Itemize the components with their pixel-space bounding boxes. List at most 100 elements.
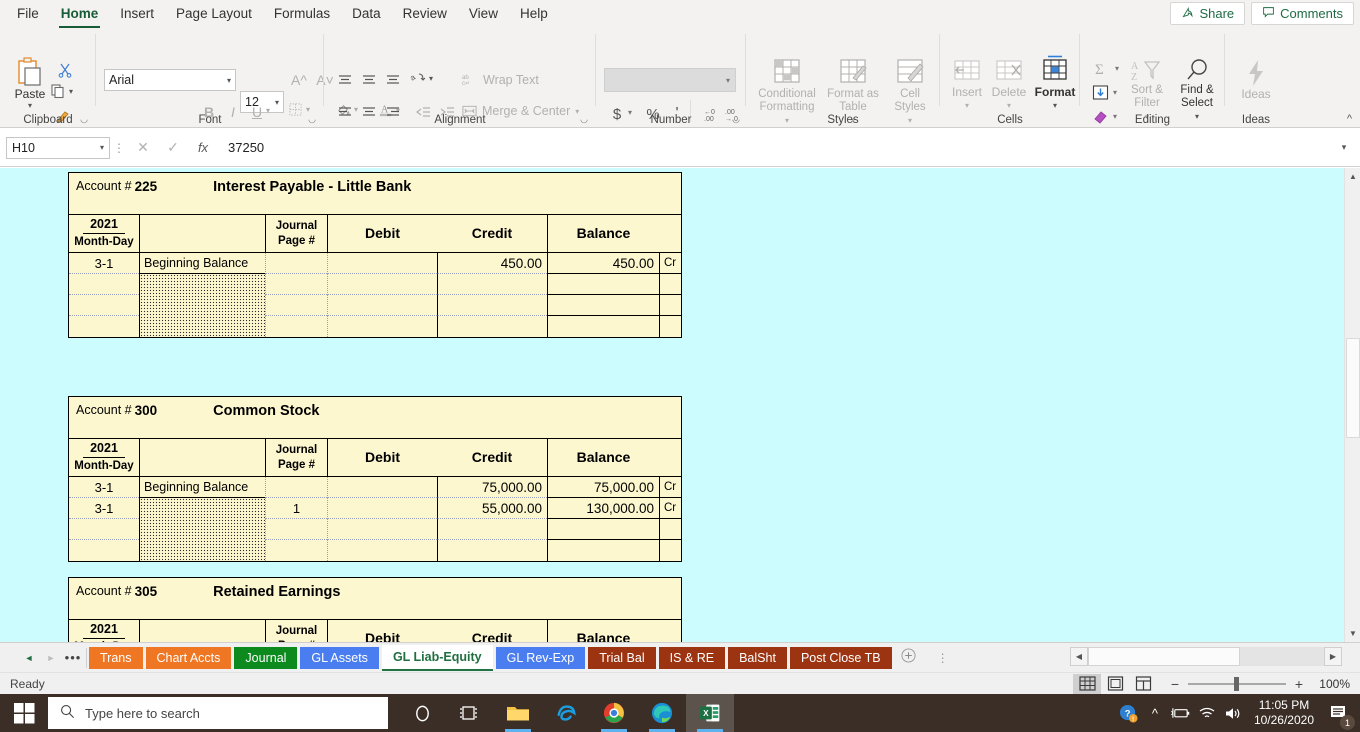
- sheet-tab-journal[interactable]: Journal: [234, 646, 298, 669]
- sheet-tab-chart-accts[interactable]: Chart Accts: [145, 646, 232, 669]
- name-box[interactable]: H10 ▾: [6, 136, 110, 159]
- ribbon-tab-page-layout[interactable]: Page Layout: [165, 1, 263, 28]
- sheet-tab-balsht[interactable]: BalSht: [728, 646, 787, 669]
- chevron-down-icon[interactable]: ▾: [1007, 99, 1011, 112]
- chevron-down-icon[interactable]: ▾: [726, 76, 730, 85]
- vertical-scrollbar[interactable]: ▲ ▼: [1344, 168, 1360, 642]
- orientation-button[interactable]: a ▾: [410, 70, 433, 86]
- wrap-text-button[interactable]: ab c↵ Wrap Text: [462, 72, 539, 88]
- next-sheet-icon[interactable]: ►: [40, 653, 62, 663]
- table-row[interactable]: [69, 274, 681, 295]
- taskbar-clock[interactable]: 11:05 PM 10/26/2020: [1246, 698, 1322, 728]
- ribbon-tab-data[interactable]: Data: [341, 1, 392, 28]
- notification-center-icon[interactable]: 1: [1322, 694, 1356, 732]
- zoom-slider[interactable]: [1188, 676, 1286, 691]
- chevron-down-icon[interactable]: ▾: [227, 76, 231, 85]
- sheet-overflow-icon[interactable]: •••: [62, 650, 84, 665]
- ideas-button[interactable]: Ideas: [1231, 58, 1281, 101]
- vertical-scroll-thumb[interactable]: [1346, 338, 1360, 438]
- windows-start-icon[interactable]: [0, 694, 48, 732]
- help-icon[interactable]: ?!: [1116, 694, 1142, 732]
- horizontal-scroll-thumb[interactable]: [1088, 647, 1240, 666]
- font-dialog-launcher[interactable]: ◡: [308, 114, 316, 125]
- horizontal-scrollbar[interactable]: ◀ ▶: [1070, 646, 1342, 667]
- show-hidden-icons-icon[interactable]: ^: [1142, 694, 1168, 732]
- add-sheet-icon[interactable]: [895, 648, 923, 667]
- font-name-combo[interactable]: Arial ▾: [104, 69, 236, 91]
- insert-function-icon[interactable]: fx: [188, 140, 218, 155]
- cortana-icon[interactable]: [398, 694, 446, 732]
- align-middle-button[interactable]: [356, 68, 382, 92]
- table-row[interactable]: [69, 540, 681, 561]
- page-layout-view-icon[interactable]: [1101, 674, 1129, 694]
- fill-button[interactable]: ▾: [1092, 84, 1117, 101]
- sheet-tab-gl-rev-exp[interactable]: GL Rev-Exp: [495, 646, 586, 669]
- zoom-in-button[interactable]: +: [1293, 676, 1305, 692]
- tab-split-grip[interactable]: ⋮: [937, 651, 949, 665]
- table-row[interactable]: [69, 519, 681, 540]
- ribbon-tab-file[interactable]: File: [6, 1, 50, 28]
- zoom-level[interactable]: 100%: [1312, 677, 1350, 691]
- comments-button[interactable]: Comments: [1251, 2, 1354, 25]
- scroll-left-icon[interactable]: ◀: [1070, 647, 1088, 666]
- format-cells-button[interactable]: Format ▾: [1032, 54, 1078, 112]
- excel-icon[interactable]: X: [686, 694, 734, 732]
- chevron-down-icon[interactable]: ▾: [1115, 64, 1119, 73]
- formula-input[interactable]: 37250: [224, 137, 1334, 159]
- align-top-button[interactable]: [332, 68, 358, 92]
- sheet-tab-trans[interactable]: Trans: [89, 646, 143, 669]
- sheet-tab-gl-assets[interactable]: GL Assets: [300, 646, 379, 669]
- delete-cells-button[interactable]: Delete ▾: [988, 58, 1030, 112]
- expand-formula-bar-icon[interactable]: ▾: [1334, 142, 1354, 153]
- horizontal-scroll-track[interactable]: [1088, 647, 1324, 666]
- zoom-out-button[interactable]: −: [1169, 676, 1181, 692]
- paste-button[interactable]: Paste ▾: [8, 56, 52, 110]
- clipboard-dialog-launcher[interactable]: ◡: [80, 114, 88, 125]
- chevron-down-icon[interactable]: ▾: [1113, 88, 1117, 97]
- table-row[interactable]: 3-1 Beginning Balance 75,000.00 75,000.0…: [69, 477, 681, 498]
- ribbon-tab-formulas[interactable]: Formulas: [263, 1, 341, 28]
- sheet-tab-is-re[interactable]: IS & RE: [658, 646, 726, 669]
- ribbon-tab-insert[interactable]: Insert: [109, 1, 165, 28]
- ribbon-tab-home[interactable]: Home: [50, 1, 110, 29]
- volume-icon[interactable]: [1220, 694, 1246, 732]
- task-view-icon[interactable]: [446, 694, 494, 732]
- chrome-icon[interactable]: [590, 694, 638, 732]
- ribbon-tab-view[interactable]: View: [458, 1, 509, 28]
- edge-icon[interactable]: [638, 694, 686, 732]
- file-explorer-icon[interactable]: [494, 694, 542, 732]
- table-row[interactable]: [69, 295, 681, 316]
- chevron-down-icon[interactable]: ▾: [965, 99, 969, 112]
- ribbon-tab-help[interactable]: Help: [509, 1, 559, 28]
- chevron-down-icon[interactable]: ▾: [1053, 99, 1057, 112]
- normal-view-icon[interactable]: [1073, 673, 1101, 694]
- confirm-icon[interactable]: ✓: [158, 139, 188, 156]
- insert-cells-button[interactable]: Insert ▾: [946, 58, 988, 112]
- alignment-dialog-launcher[interactable]: ◡: [580, 114, 588, 125]
- worksheet-canvas[interactable]: Account # 225 Interest Payable - Little …: [0, 168, 1360, 642]
- table-row[interactable]: 3-1 Beginning Balance 450.00 450.00 Cr: [69, 253, 681, 274]
- previous-sheet-icon[interactable]: ◄: [18, 653, 40, 663]
- scroll-up-icon[interactable]: ▲: [1345, 168, 1360, 185]
- cut-button[interactable]: [52, 58, 78, 82]
- chevron-down-icon[interactable]: ▾: [429, 74, 433, 83]
- table-row[interactable]: [69, 316, 681, 337]
- scroll-right-icon[interactable]: ▶: [1324, 647, 1342, 666]
- search-input[interactable]: Type here to search: [48, 697, 388, 729]
- align-bottom-button[interactable]: [380, 68, 406, 92]
- increase-font-size-button[interactable]: A^: [286, 68, 312, 92]
- chevron-down-icon[interactable]: ▾: [275, 98, 279, 107]
- scroll-down-icon[interactable]: ▼: [1345, 625, 1360, 642]
- chevron-down-icon[interactable]: ▾: [28, 101, 32, 110]
- cancel-icon[interactable]: ✕: [128, 139, 158, 156]
- internet-explorer-icon[interactable]: [542, 694, 590, 732]
- chevron-down-icon[interactable]: ▾: [100, 143, 104, 152]
- zoom-slider-thumb[interactable]: [1234, 676, 1239, 691]
- number-format-combo[interactable]: ▾: [604, 68, 736, 92]
- sheet-tab-gl-liab-equity[interactable]: GL Liab-Equity: [381, 644, 493, 671]
- autosum-button[interactable]: Σ ▾: [1094, 60, 1119, 77]
- number-dialog-launcher[interactable]: ◡: [732, 114, 740, 125]
- share-button[interactable]: Share: [1170, 2, 1246, 25]
- wifi-icon[interactable]: [1194, 694, 1220, 732]
- sheet-tab-trial-bal[interactable]: Trial Bal: [588, 646, 656, 669]
